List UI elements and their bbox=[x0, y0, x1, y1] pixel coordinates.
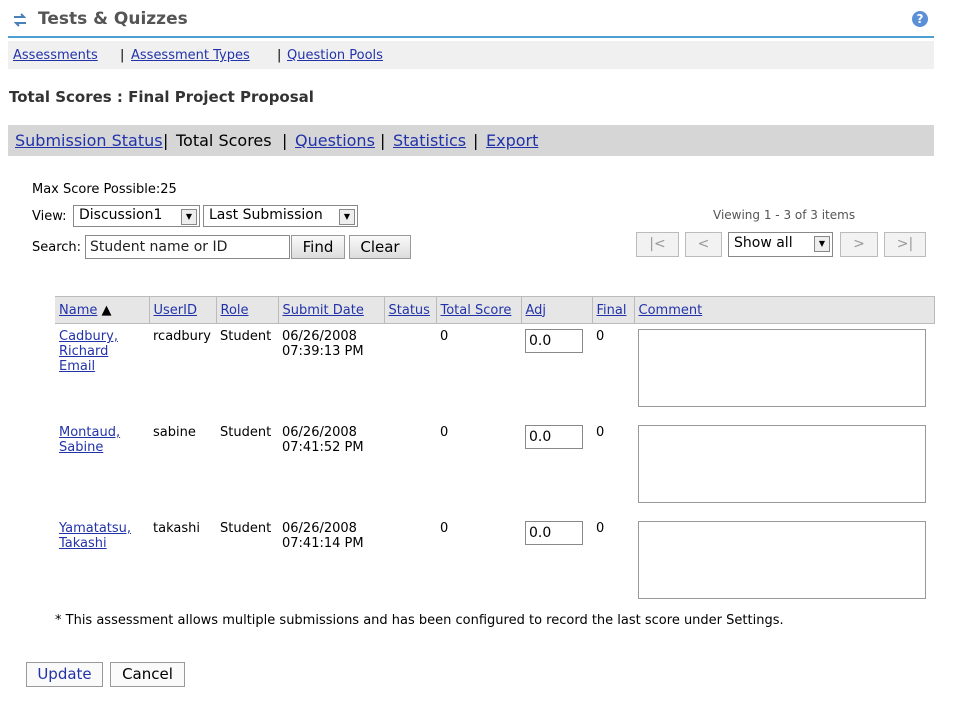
col-userid-header[interactable]: UserID bbox=[149, 296, 217, 324]
max-score-label: Max Score Possible:25 bbox=[32, 182, 177, 197]
prev-page-button[interactable]: < bbox=[685, 232, 722, 257]
cancel-button[interactable]: Cancel bbox=[110, 662, 185, 687]
first-page-button[interactable]: |< bbox=[636, 232, 679, 257]
sort-status-link[interactable]: Status bbox=[389, 303, 430, 318]
sort-submit-date-link[interactable]: Submit Date bbox=[283, 303, 364, 318]
chevron-down-icon: ▼ bbox=[339, 209, 355, 225]
search-label: Search: bbox=[32, 240, 82, 255]
table-row: Yamatatsu, Takashi takashi Student 06/26/… bbox=[55, 516, 935, 612]
final-score-cell: 0 bbox=[596, 329, 605, 344]
status-cell bbox=[384, 516, 436, 612]
tab-total-scores: Total Scores bbox=[176, 131, 272, 150]
sort-userid-link[interactable]: UserID bbox=[154, 303, 197, 318]
nav-separator: | bbox=[120, 48, 125, 63]
status-cell bbox=[384, 420, 436, 516]
next-page-button[interactable]: > bbox=[840, 232, 878, 257]
page-size-select[interactable]: Show all ▼ bbox=[728, 232, 833, 257]
tool-title-bar: Tests & Quizzes ? bbox=[8, 6, 934, 38]
userid-cell: sabine bbox=[153, 425, 196, 440]
page-size-value: Show all bbox=[734, 235, 793, 251]
chevron-down-icon: ▼ bbox=[814, 236, 830, 252]
sort-name-link[interactable]: Name bbox=[59, 303, 97, 318]
col-name-header[interactable]: Name ▲ bbox=[55, 296, 150, 324]
view-part-value: Discussion1 bbox=[79, 207, 163, 223]
search-input[interactable] bbox=[85, 235, 290, 259]
tool-title: Tests & Quizzes bbox=[38, 9, 188, 29]
scores-subnav: Submission Status | Total Scores | Quest… bbox=[8, 125, 934, 156]
tab-questions[interactable]: Questions bbox=[295, 131, 375, 150]
nav-separator: | bbox=[163, 131, 169, 150]
role-cell: Student bbox=[220, 329, 272, 344]
submit-date-cell: 06/26/2008 07:39:13 PM bbox=[282, 329, 364, 359]
total-score-cell: 0 bbox=[440, 425, 449, 440]
update-button[interactable]: Update bbox=[26, 662, 103, 687]
submission-value: Last Submission bbox=[209, 207, 323, 223]
adjustment-input[interactable] bbox=[525, 425, 583, 449]
final-score-cell: 0 bbox=[596, 425, 605, 440]
col-final-header[interactable]: Final bbox=[592, 296, 635, 324]
nav-question-pools-link[interactable]: Question Pools bbox=[287, 48, 383, 63]
sort-comment-link[interactable]: Comment bbox=[639, 303, 703, 318]
submission-select[interactable]: Last Submission ▼ bbox=[203, 205, 358, 227]
nav-assessment-types-link[interactable]: Assessment Types bbox=[131, 48, 250, 63]
sort-asc-icon: ▲ bbox=[97, 302, 112, 318]
nav-separator: | bbox=[380, 131, 386, 150]
tab-statistics[interactable]: Statistics bbox=[393, 131, 466, 150]
nav-separator: | bbox=[282, 131, 288, 150]
nav-assessments-link[interactable]: Assessments bbox=[13, 48, 98, 63]
student-name-link[interactable]: Montaud, Sabine bbox=[59, 425, 145, 455]
comment-textarea[interactable] bbox=[638, 425, 926, 503]
total-score-cell: 0 bbox=[440, 329, 449, 344]
table-header-row: Name ▲ UserID Role Submit Date Status To… bbox=[55, 296, 935, 324]
tab-submission-status[interactable]: Submission Status bbox=[15, 131, 163, 150]
help-icon[interactable]: ? bbox=[912, 11, 928, 27]
adjustment-input[interactable] bbox=[525, 521, 583, 545]
role-cell: Student bbox=[220, 521, 272, 536]
col-role-header[interactable]: Role bbox=[216, 296, 279, 324]
clear-button[interactable]: Clear bbox=[349, 235, 411, 259]
top-nav: Assessments | Assessment Types | Questio… bbox=[8, 41, 934, 69]
nav-separator: | bbox=[277, 48, 282, 63]
sort-final-link[interactable]: Final bbox=[597, 303, 627, 318]
userid-cell: rcadbury bbox=[153, 329, 211, 344]
sort-adj-link[interactable]: Adj bbox=[526, 303, 547, 318]
sort-role-link[interactable]: Role bbox=[221, 303, 249, 318]
viewing-count: Viewing 1 - 3 of 3 items bbox=[713, 208, 856, 222]
col-status-header[interactable]: Status bbox=[384, 296, 437, 324]
role-cell: Student bbox=[220, 425, 272, 440]
nav-separator: | bbox=[473, 131, 479, 150]
col-submit-date-header[interactable]: Submit Date bbox=[278, 296, 385, 324]
col-total-score-header[interactable]: Total Score bbox=[436, 296, 522, 324]
chevron-down-icon: ▼ bbox=[181, 209, 197, 225]
table-row: Cadbury, Richard Email rcadbury Student 0… bbox=[55, 324, 935, 421]
page-title: Total Scores : Final Project Proposal bbox=[9, 88, 314, 106]
student-email-link[interactable]: Email bbox=[59, 359, 145, 374]
student-name-link[interactable]: Cadbury, Richard bbox=[59, 329, 145, 359]
view-part-select[interactable]: Discussion1 ▼ bbox=[73, 205, 200, 227]
col-adj-header[interactable]: Adj bbox=[521, 296, 593, 324]
submit-date-cell: 06/26/2008 07:41:52 PM bbox=[282, 425, 364, 455]
userid-cell: takashi bbox=[153, 521, 200, 536]
adjustment-input[interactable] bbox=[525, 329, 583, 353]
final-score-cell: 0 bbox=[596, 521, 605, 536]
view-label: View: bbox=[32, 209, 67, 224]
last-page-button[interactable]: >| bbox=[884, 232, 926, 257]
status-cell bbox=[384, 324, 436, 421]
sort-total-score-link[interactable]: Total Score bbox=[441, 303, 512, 318]
comment-textarea[interactable] bbox=[638, 521, 926, 599]
comment-textarea[interactable] bbox=[638, 329, 926, 407]
tab-export[interactable]: Export bbox=[486, 131, 538, 150]
submit-date-cell: 06/26/2008 07:41:14 PM bbox=[282, 521, 364, 551]
find-button[interactable]: Find bbox=[291, 235, 345, 259]
col-comment-header[interactable]: Comment bbox=[634, 296, 935, 324]
table-row: Montaud, Sabine sabine Student 06/26/2008… bbox=[55, 420, 935, 516]
scores-table: Name ▲ UserID Role Submit Date Status To… bbox=[55, 296, 935, 612]
student-name-link[interactable]: Yamatatsu, Takashi bbox=[59, 521, 145, 551]
swap-arrows-icon bbox=[13, 13, 27, 27]
multiple-submissions-note: * This assessment allows multiple submis… bbox=[55, 613, 784, 628]
total-score-cell: 0 bbox=[440, 521, 449, 536]
